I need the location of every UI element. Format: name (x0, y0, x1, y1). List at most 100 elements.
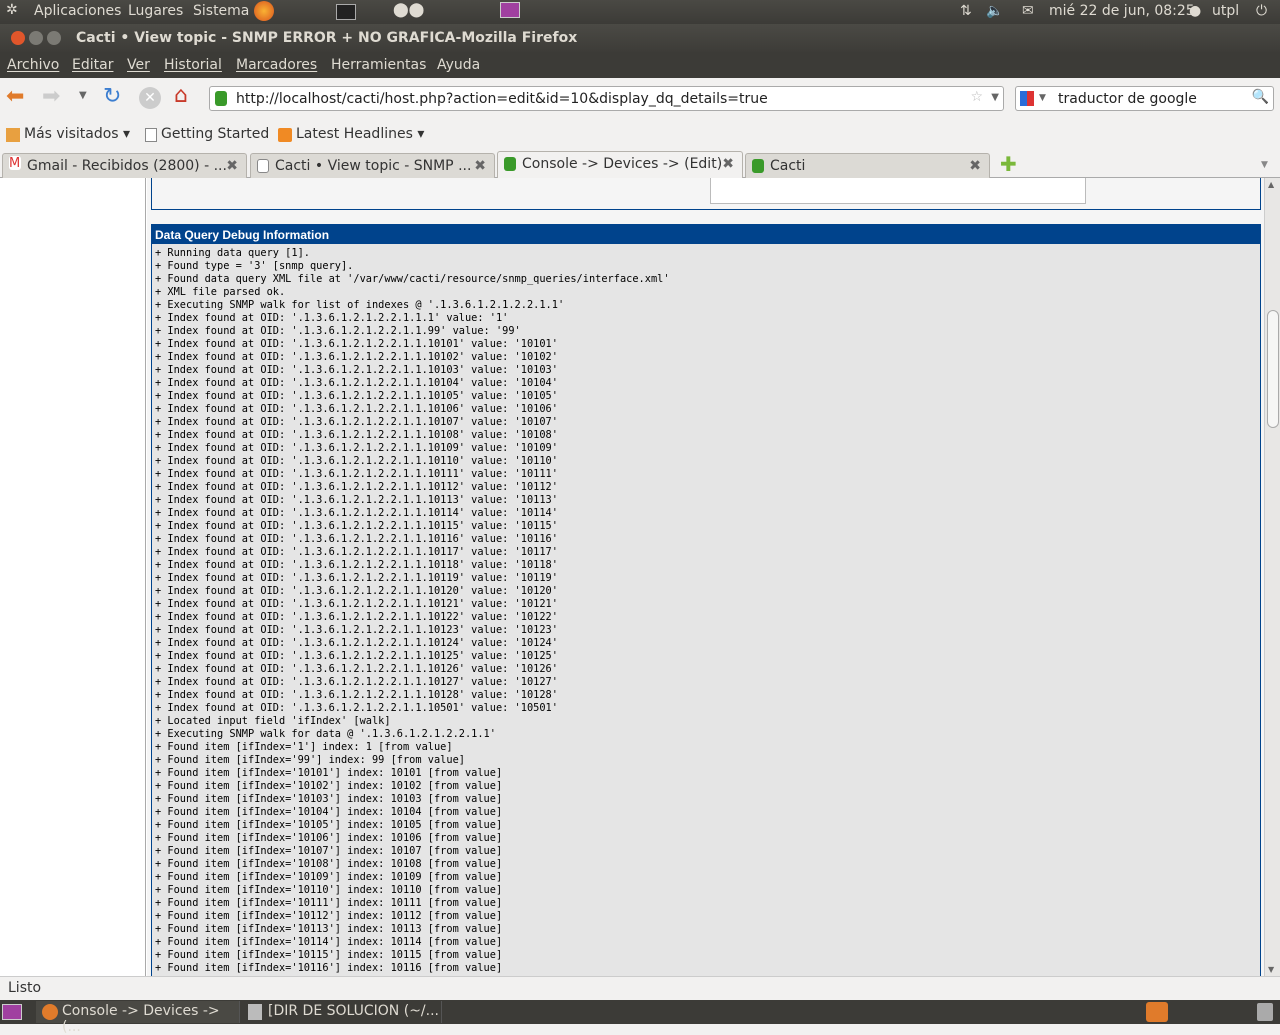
debug-line: + Index found at OID: '.1.3.6.1.2.1.2.2.… (155, 676, 558, 688)
monitor-launcher-icon[interactable] (500, 2, 520, 18)
tab-gmail[interactable]: M Gmail - Recibidos (2800) - ... ✖ (2, 153, 247, 179)
menu-lugares[interactable]: Lugares (128, 3, 183, 19)
bookmark-getting-started[interactable]: Getting Started (161, 126, 269, 142)
tab-label: Gmail - Recibidos (2800) - ... (27, 158, 227, 174)
debug-line: + Found item [ifIndex='10107'] index: 10… (155, 845, 503, 857)
tab-list-icon[interactable]: ▼ (1261, 160, 1268, 170)
debug-line: + Executing SNMP walk for list of indexe… (155, 299, 565, 311)
url-dropdown-icon[interactable]: ▼ (991, 92, 999, 103)
close-tab-icon[interactable]: ✖ (226, 158, 238, 174)
engine-dropdown-icon[interactable]: ▼ (1039, 93, 1046, 103)
scroll-up-icon[interactable]: ▲ (1268, 180, 1274, 189)
window-title: Cacti • View topic - SNMP ERROR + NO GRA… (76, 30, 578, 46)
close-tab-icon[interactable]: ✖ (722, 156, 734, 172)
task-editor[interactable]: [DIR DE SOLUCION (~/... (242, 1001, 442, 1023)
minimize-window-button[interactable] (29, 31, 43, 45)
debug-line: + Found item [ifIndex='10101'] index: 10… (155, 767, 503, 779)
debug-line: + XML file parsed ok. (155, 286, 286, 298)
menu-archivo[interactable]: Archivo (7, 57, 59, 73)
menu-sistema[interactable]: Sistema (193, 3, 249, 19)
vertical-scrollbar[interactable]: ▲ ▼ (1264, 178, 1280, 976)
status-bar: Listo (0, 976, 1280, 1000)
debug-line: + Index found at OID: '.1.3.6.1.2.1.2.2.… (155, 442, 558, 454)
debug-line: + Index found at OID: '.1.3.6.1.2.1.2.2.… (155, 663, 558, 675)
menu-aplicaciones[interactable]: Aplicaciones (34, 3, 121, 19)
site-favicon (215, 91, 227, 106)
menu-historial[interactable]: Historial (164, 57, 222, 73)
tab-bar: M Gmail - Recibidos (2800) - ... ✖ Cacti… (0, 150, 1280, 179)
debug-line: + Index found at OID: '.1.3.6.1.2.1.2.2.… (155, 520, 558, 532)
menu-editar[interactable]: Editar (72, 57, 113, 73)
show-desktop-icon[interactable] (2, 1004, 22, 1020)
debug-line: + Found item [ifIndex='10110'] index: 10… (155, 884, 503, 896)
power-icon[interactable]: ⏻ (1256, 3, 1267, 19)
bookmark-mas-visitados[interactable]: Más visitados ▾ (24, 126, 130, 142)
debug-line: + Index found at OID: '.1.3.6.1.2.1.2.2.… (155, 611, 558, 623)
tab-cacti[interactable]: Cacti ✖ (745, 153, 990, 179)
trash-icon[interactable] (1257, 1003, 1273, 1021)
close-window-button[interactable] (11, 31, 25, 45)
debug-line: + Running data query [1]. (155, 247, 310, 259)
task-firefox[interactable]: Console -> Devices -> (... (36, 1001, 240, 1035)
gmail-icon: M (9, 156, 21, 171)
tab-cacti-forum[interactable]: Cacti • View topic - SNMP ... ✖ (250, 153, 495, 179)
bookmark-star-icon[interactable]: ☆ (970, 89, 983, 105)
url-bar[interactable]: http://localhost/cacti/host.php?action=e… (209, 86, 1004, 111)
user-status-icon[interactable]: ● (1189, 3, 1201, 19)
firefox-launcher-icon[interactable] (254, 1, 274, 21)
back-icon[interactable]: ⬅ (6, 84, 24, 109)
eyes-launcher-icon[interactable]: ⬤⬤ (393, 2, 424, 18)
debug-line: + Index found at OID: '.1.3.6.1.2.1.2.2.… (155, 689, 558, 701)
bookmarks-toolbar: Más visitados ▾ Getting Started Latest H… (0, 120, 1280, 150)
firefox-tray-icon[interactable] (1146, 1002, 1168, 1022)
debug-line: + Index found at OID: '.1.3.6.1.2.1.2.2.… (155, 403, 558, 415)
search-input[interactable]: traductor de google (1058, 91, 1197, 107)
debug-line: + Found item [ifIndex='10108'] index: 10… (155, 858, 503, 870)
close-tab-icon[interactable]: ✖ (969, 158, 981, 174)
form-field[interactable] (710, 178, 1086, 204)
network-icon[interactable]: ⇅ (960, 3, 972, 19)
debug-log: + Running data query [1]. + Found type = … (152, 244, 1260, 975)
menu-herramientas[interactable]: Herramientas (331, 57, 426, 73)
menu-marcadores[interactable]: Marcadores (236, 57, 317, 73)
debug-line: + Found item [ifIndex='1'] index: 1 [fro… (155, 741, 453, 753)
menu-ayuda[interactable]: Ayuda (437, 57, 480, 73)
user-name[interactable]: utpl (1212, 3, 1239, 19)
debug-line: + Found item [ifIndex='10111'] index: 10… (155, 897, 503, 909)
stop-icon[interactable]: ✕ (139, 87, 161, 109)
debug-line: + Found item [ifIndex='99'] index: 99 [f… (155, 754, 465, 766)
page-icon (257, 159, 269, 173)
maximize-window-button[interactable] (47, 31, 61, 45)
debug-line: + Index found at OID: '.1.3.6.1.2.1.2.2.… (155, 325, 521, 337)
history-dropdown-icon[interactable]: ▼ (79, 90, 87, 101)
clock[interactable]: mié 22 de jun, 08:25 (1049, 3, 1195, 19)
scroll-down-icon[interactable]: ▼ (1268, 965, 1274, 974)
scrollbar-thumb[interactable] (1267, 310, 1279, 428)
google-engine-icon[interactable] (1020, 91, 1034, 106)
mail-icon[interactable]: ✉ (1022, 3, 1034, 19)
debug-line: + Index found at OID: '.1.3.6.1.2.1.2.2.… (155, 390, 558, 402)
text-editor-icon (248, 1004, 262, 1020)
close-tab-icon[interactable]: ✖ (474, 158, 486, 174)
terminal-launcher-icon[interactable] (336, 4, 356, 20)
tab-label: Cacti (770, 158, 806, 174)
debug-line: + Found item [ifIndex='10115'] index: 10… (155, 949, 503, 961)
reload-icon[interactable]: ↻ (103, 84, 121, 109)
menu-ver[interactable]: Ver (127, 57, 150, 73)
new-tab-icon[interactable]: ✚ (1000, 152, 1017, 176)
url-text[interactable]: http://localhost/cacti/host.php?action=e… (236, 91, 768, 107)
volume-icon[interactable]: 🔈 (986, 3, 1003, 19)
device-form-panel (151, 178, 1261, 210)
bookmark-latest-headlines[interactable]: Latest Headlines ▾ (296, 126, 424, 142)
tab-console-devices[interactable]: Console -> Devices -> (Edit) ✖ (497, 151, 743, 179)
data-query-debug-panel: Data Query Debug Information + Running d… (151, 224, 1261, 976)
search-icon[interactable]: 🔍 (1252, 89, 1269, 105)
debug-line: + Index found at OID: '.1.3.6.1.2.1.2.2.… (155, 351, 558, 363)
debug-line: + Found type = '3' [snmp query]. (155, 260, 354, 272)
debug-line: + Index found at OID: '.1.3.6.1.2.1.2.2.… (155, 650, 558, 662)
task-label: [DIR DE SOLUCION (~/... (268, 1003, 439, 1019)
search-bar[interactable]: ▼ traductor de google 🔍 (1015, 86, 1274, 111)
home-icon[interactable]: ⌂ (174, 83, 188, 108)
ubuntu-logo-icon[interactable]: ✲ (6, 2, 18, 18)
forward-icon[interactable]: ➡ (42, 84, 60, 109)
